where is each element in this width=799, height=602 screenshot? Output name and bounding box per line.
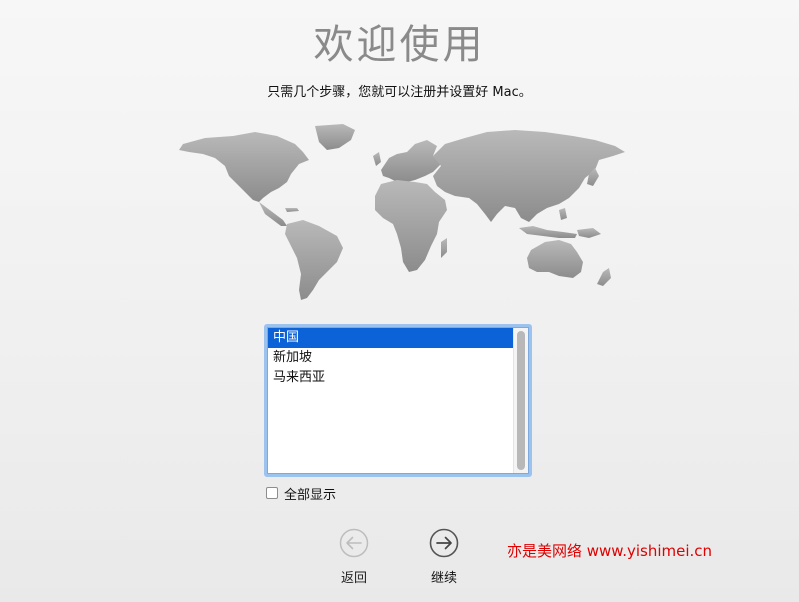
- show-all-label: 全部显示: [284, 487, 337, 503]
- indonesia-shape: [519, 226, 577, 238]
- show-all-option[interactable]: 全部显示: [266, 485, 337, 503]
- new-guinea-shape: [577, 228, 601, 238]
- south-america-shape: [285, 220, 343, 300]
- new-zealand-shape: [597, 268, 611, 286]
- north-america-shape: [179, 132, 309, 202]
- welcome-subtitle: 只需几个步骤，您就可以注册并设置好 Mac。: [267, 85, 532, 100]
- australia-shape: [527, 240, 583, 278]
- africa-shape: [375, 180, 447, 272]
- region-item-china[interactable]: 中国: [268, 328, 513, 348]
- philippines-shape: [559, 208, 567, 220]
- region-listbox[interactable]: 中国 新加坡 马来西亚: [264, 324, 532, 477]
- continue-button[interactable]: 继续: [414, 528, 474, 586]
- madagascar-shape: [441, 238, 447, 258]
- caribbean-shape: [285, 208, 299, 212]
- uk-shape: [373, 152, 381, 166]
- greenland-shape: [315, 124, 355, 150]
- central-america-shape: [259, 202, 287, 226]
- list-scrollbar-thumb[interactable]: [517, 331, 525, 470]
- welcome-title: 欢迎使用: [313, 22, 486, 68]
- left-arrow-circle-icon: [339, 528, 369, 558]
- watermark-text: 亦是美网络 www.yishimei.cn: [507, 542, 713, 560]
- back-button[interactable]: 返回: [324, 528, 384, 586]
- continue-label: 继续: [430, 571, 457, 586]
- region-item-singapore[interactable]: 新加坡: [268, 348, 513, 368]
- region-item-malaysia[interactable]: 马来西亚: [268, 368, 513, 388]
- region-list: 中国 新加坡 马来西亚: [268, 328, 513, 473]
- list-scrollbar[interactable]: [513, 328, 528, 473]
- world-map-image: [175, 122, 635, 302]
- right-arrow-circle-icon: [429, 528, 459, 558]
- world-map-icon: [179, 124, 625, 300]
- back-label: 返回: [340, 571, 367, 586]
- show-all-checkbox[interactable]: [266, 487, 278, 499]
- europe-shape: [381, 140, 441, 182]
